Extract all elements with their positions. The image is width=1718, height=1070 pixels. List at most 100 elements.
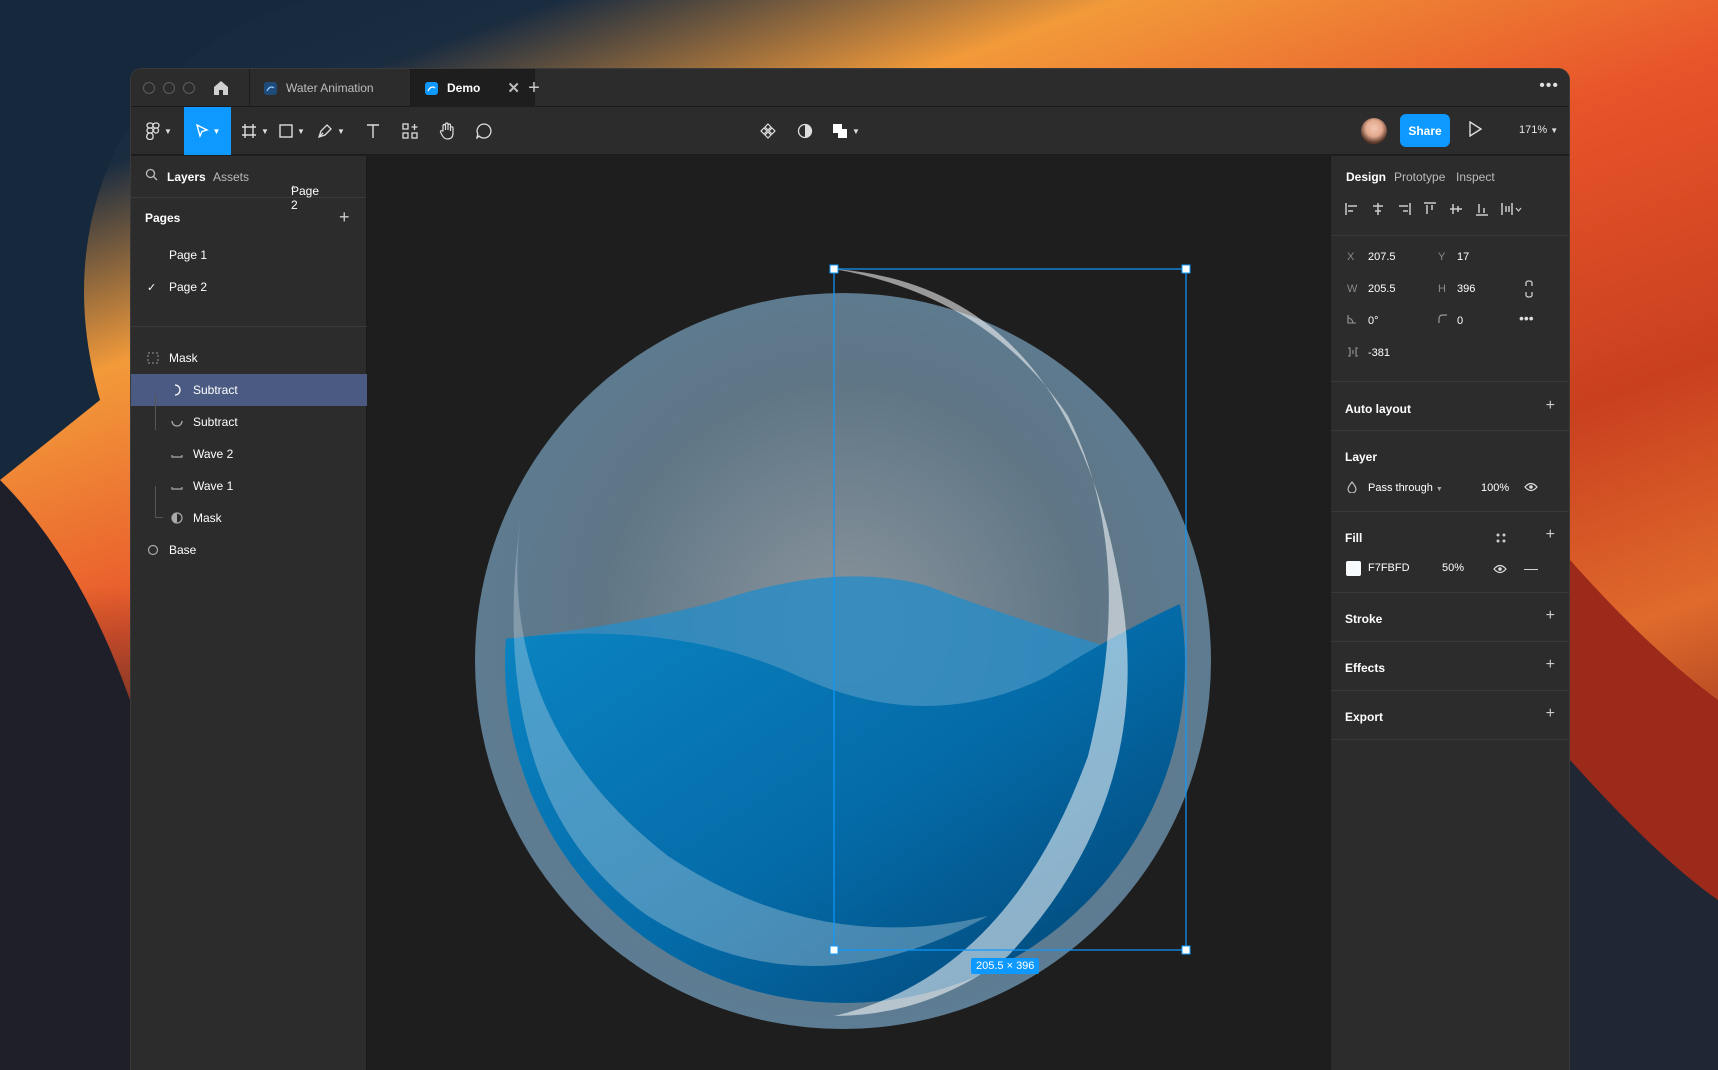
resize-handle[interactable]	[1181, 264, 1191, 274]
remove-fill-minus-icon[interactable]: —	[1524, 560, 1538, 576]
chevron-down-icon: ▼	[164, 126, 172, 136]
file-icon	[425, 81, 438, 95]
resize-handle[interactable]	[829, 945, 839, 955]
mask-toggle-button[interactable]	[791, 107, 819, 155]
minimize-window-button[interactable]	[163, 82, 175, 94]
rotation-input[interactable]: 0°	[1368, 315, 1379, 327]
layer-opacity-input[interactable]: 100%	[1481, 482, 1509, 494]
move-tool-button[interactable]: ▼	[184, 107, 231, 155]
resize-handle[interactable]	[1181, 945, 1191, 955]
align-right-icon[interactable]	[1397, 202, 1411, 224]
avatar[interactable]	[1361, 118, 1387, 144]
close-window-button[interactable]	[143, 82, 155, 94]
home-icon[interactable]	[211, 78, 231, 98]
tab-inspect[interactable]: Inspect	[1456, 170, 1495, 184]
chevron-down-icon: ▼	[261, 126, 269, 136]
eye-icon[interactable]	[1524, 481, 1538, 495]
pen-tool-button[interactable]: ▼	[314, 107, 348, 155]
layer-row[interactable]: Subtract	[131, 406, 367, 438]
tab-water-animation[interactable]: Water Animation	[249, 69, 411, 107]
layer-row[interactable]: Base	[131, 534, 367, 566]
width-input[interactable]: 205.5	[1368, 283, 1396, 295]
create-component-button[interactable]	[754, 107, 782, 155]
more-corner-options-icon[interactable]: •••	[1519, 310, 1534, 326]
resources-button[interactable]	[396, 107, 424, 155]
page-item[interactable]: Page 1	[131, 239, 367, 271]
comment-icon	[476, 123, 492, 139]
tab-demo[interactable]: Demo ✕	[411, 69, 535, 107]
x-input[interactable]: 207.5	[1368, 251, 1396, 263]
layer-row[interactable]: Wave 2	[131, 438, 367, 470]
text-tool-button[interactable]	[359, 107, 387, 155]
design-canvas[interactable]: 205.5 × 396	[368, 156, 1329, 1070]
spacing-input[interactable]: -381	[1368, 347, 1390, 359]
corner-radius-icon	[1438, 314, 1448, 327]
frame-tool-button[interactable]: ▼	[239, 107, 271, 155]
add-stroke-plus-icon[interactable]: +	[1546, 607, 1555, 625]
boolean-ops-button[interactable]: ▼	[828, 107, 864, 155]
w-label: W	[1347, 283, 1358, 295]
toolbar: ▼ ▼ ▼ ▼ ▼ ▼ Share 171% ▼	[131, 107, 1569, 155]
add-auto-layout-plus-icon[interactable]: +	[1546, 397, 1555, 415]
corner-radius-input[interactable]: 0	[1457, 315, 1463, 327]
layer-row[interactable]: Mask	[131, 502, 367, 534]
layer-row[interactable]: Wave 1	[131, 470, 367, 502]
align-vertical-center-icon[interactable]	[1449, 202, 1463, 224]
divider	[1331, 381, 1569, 382]
add-export-plus-icon[interactable]: +	[1546, 705, 1555, 723]
fill-color-swatch[interactable]	[1346, 561, 1361, 576]
layer-row[interactable]: Mask	[131, 342, 367, 374]
export-heading: Export	[1345, 710, 1384, 724]
height-input[interactable]: 396	[1457, 283, 1475, 295]
constrain-proportions-icon[interactable]	[1524, 280, 1534, 301]
align-horizontal-center-icon[interactable]	[1371, 202, 1385, 224]
new-tab-plus-icon[interactable]: +	[523, 77, 545, 100]
shape-tool-button[interactable]: ▼	[276, 107, 308, 155]
page-item[interactable]: ✓ Page 2	[131, 271, 367, 303]
present-play-icon[interactable]	[1468, 120, 1483, 142]
resize-handle[interactable]	[829, 264, 839, 274]
zoom-window-button[interactable]	[183, 82, 195, 94]
distribute-icon[interactable]	[1501, 202, 1523, 224]
chevron-down-icon: ▼	[297, 126, 305, 136]
more-options-icon[interactable]: •••	[1539, 77, 1559, 95]
blend-mode-icon	[1347, 481, 1357, 496]
y-input[interactable]: 17	[1457, 251, 1469, 263]
tab-prototype[interactable]: Prototype	[1394, 170, 1445, 184]
style-grid-icon[interactable]	[1495, 532, 1507, 547]
divider	[1331, 511, 1569, 512]
layers-panel: Layers Assets Page 2 ^ Pages + Page 1 ✓ …	[131, 156, 367, 1070]
divider	[1331, 739, 1569, 740]
tab-design[interactable]: Design	[1346, 170, 1386, 184]
tab-layers[interactable]: Layers	[167, 170, 206, 184]
add-effect-plus-icon[interactable]: +	[1546, 656, 1555, 674]
layer-label: Wave 2	[193, 447, 234, 461]
align-bottom-icon[interactable]	[1475, 202, 1489, 224]
divider	[131, 326, 367, 327]
properties-panel: Design Prototype Inspect X 207.5 Y 17 W …	[1330, 156, 1569, 1070]
divider	[1331, 430, 1569, 431]
align-top-icon[interactable]	[1423, 202, 1437, 224]
blend-mode-select[interactable]: Pass through ▼	[1368, 482, 1443, 494]
stroke-heading: Stroke	[1345, 612, 1383, 626]
zoom-value: 171%	[1519, 124, 1548, 136]
close-tab-icon[interactable]: ✕	[507, 79, 520, 97]
align-left-icon[interactable]	[1345, 202, 1359, 224]
share-button[interactable]: Share	[1400, 114, 1450, 147]
page-label: Page 2	[169, 280, 208, 294]
main-menu-button[interactable]: ▼	[143, 107, 175, 155]
comment-tool-button[interactable]	[470, 107, 498, 155]
chevron-up-icon: ^	[291, 184, 296, 194]
rotation-icon	[1347, 314, 1357, 327]
add-page-plus-icon[interactable]: +	[339, 207, 350, 228]
tab-assets[interactable]: Assets	[213, 170, 249, 184]
hand-tool-button[interactable]	[433, 107, 461, 155]
add-fill-plus-icon[interactable]: +	[1546, 526, 1555, 544]
eye-icon[interactable]	[1493, 563, 1507, 577]
fill-hex-input[interactable]: F7FBFD	[1368, 562, 1410, 574]
water-globe-artwork[interactable]	[368, 156, 1329, 1070]
fill-opacity-input[interactable]: 50%	[1442, 562, 1464, 574]
zoom-menu[interactable]: 171% ▼	[1519, 124, 1558, 136]
search-icon[interactable]	[145, 168, 158, 184]
layer-row-selected[interactable]: Subtract	[131, 374, 367, 406]
